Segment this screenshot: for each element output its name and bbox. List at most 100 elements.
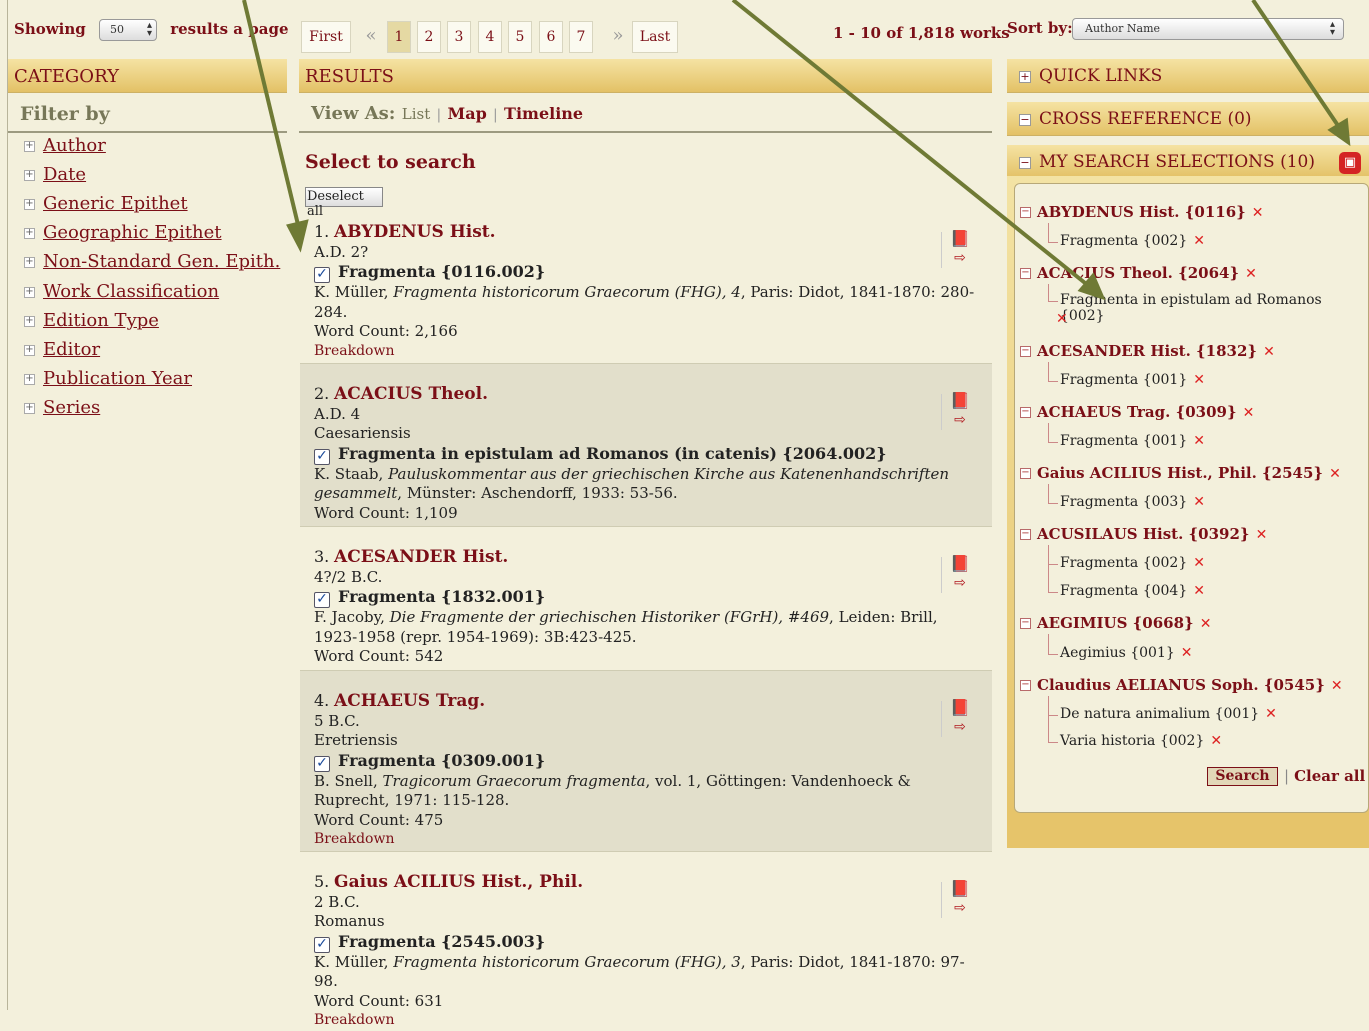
remove-icon[interactable]: ✕ — [1263, 344, 1275, 360]
category-editor[interactable]: + Editor — [24, 339, 100, 360]
clear-all-link[interactable]: Clear all — [1294, 767, 1365, 785]
expand-icon[interactable]: + — [24, 140, 35, 152]
pager-page-7[interactable]: 7 — [569, 21, 593, 53]
category-date[interactable]: + Date — [24, 164, 86, 185]
category-link[interactable]: Non-Standard Gen. Epith. — [43, 251, 280, 272]
view-list-link[interactable]: List — [402, 105, 430, 123]
category-publication-year[interactable]: + Publication Year — [24, 368, 192, 389]
work-checkbox[interactable]: ✓ — [314, 448, 330, 465]
expand-icon[interactable]: + — [24, 169, 35, 181]
category-series[interactable]: + Series — [24, 397, 100, 418]
remove-icon[interactable]: ✕ — [1181, 645, 1193, 661]
collapse-icon[interactable]: − — [1019, 156, 1031, 169]
expand-icon[interactable]: + — [1019, 70, 1031, 83]
expand-icon[interactable]: + — [24, 402, 35, 414]
open-external-icon[interactable]: ⇨ — [944, 410, 976, 430]
category-link[interactable]: Series — [43, 397, 100, 418]
category-link[interactable]: Editor — [43, 339, 100, 360]
result-author-link[interactable]: ABYDENUS Hist. — [334, 222, 496, 242]
category-work-classification[interactable]: + Work Classification — [24, 281, 219, 302]
category-link[interactable]: Work Classification — [43, 281, 219, 302]
remove-icon[interactable]: ✕ — [1193, 433, 1205, 449]
deselect-all-button[interactable]: Deselect all — [305, 187, 383, 219]
search-button[interactable]: Search — [1207, 767, 1278, 786]
pager-page-3[interactable]: 3 — [447, 21, 471, 53]
category-link[interactable]: Edition Type — [43, 310, 159, 331]
expand-icon[interactable]: + — [24, 344, 35, 356]
expand-icon[interactable]: + — [24, 315, 35, 327]
save-icon[interactable]: ▣ — [1339, 152, 1361, 174]
remove-icon[interactable]: ✕ — [1200, 616, 1212, 632]
breakdown-link[interactable]: Breakdown — [314, 830, 978, 850]
book-icon[interactable]: 📕 — [944, 699, 976, 717]
expand-icon[interactable]: + — [24, 373, 35, 385]
pager-first[interactable]: First — [301, 21, 351, 53]
category-geographic-epithet[interactable]: + Geographic Epithet — [24, 222, 222, 243]
breakdown-link[interactable]: Breakdown — [314, 342, 978, 362]
result-author-link[interactable]: Gaius ACILIUS Hist., Phil. — [334, 872, 583, 892]
quick-links-header[interactable]: + QUICK LINKS — [1007, 59, 1369, 93]
category-edition-type[interactable]: + Edition Type — [24, 310, 159, 331]
expand-icon[interactable]: + — [24, 198, 35, 210]
remove-icon[interactable]: ✕ — [1210, 733, 1222, 749]
tree-collapse-icon[interactable]: − — [1020, 618, 1031, 629]
expand-icon[interactable]: + — [24, 286, 35, 298]
result-author-link[interactable]: ACESANDER Hist. — [334, 547, 508, 567]
category-non-standard-gen-epith[interactable]: + Non-Standard Gen. Epith. — [24, 251, 280, 272]
pager-page-2[interactable]: 2 — [417, 21, 441, 53]
remove-icon[interactable]: ✕ — [1331, 678, 1343, 694]
remove-icon[interactable]: ✕ — [1193, 494, 1205, 510]
result-author-link[interactable]: ACACIUS Theol. — [334, 384, 488, 404]
category-link[interactable]: Geographic Epithet — [43, 222, 222, 243]
pager-last[interactable]: Last — [632, 21, 678, 53]
open-external-icon[interactable]: ⇨ — [944, 717, 976, 737]
remove-icon[interactable]: ✕ — [1243, 405, 1255, 421]
sort-select[interactable]: Author Name ▴ ▾ — [1072, 18, 1344, 40]
tree-collapse-icon[interactable]: − — [1020, 529, 1031, 540]
remove-icon[interactable]: ✕ — [1193, 555, 1205, 571]
tree-collapse-icon[interactable]: − — [1020, 346, 1031, 357]
category-link[interactable]: Publication Year — [43, 368, 192, 389]
result-author-link[interactable]: ACHAEUS Trag. — [334, 691, 485, 711]
breakdown-link[interactable]: Breakdown — [314, 1011, 978, 1031]
category-generic-epithet[interactable]: + Generic Epithet — [24, 193, 188, 214]
view-timeline-link[interactable]: Timeline — [504, 104, 583, 123]
category-link[interactable]: Date — [43, 164, 86, 185]
remove-icon[interactable]: ✕ — [1193, 583, 1205, 599]
book-icon[interactable]: 📕 — [944, 392, 976, 410]
cross-reference-header[interactable]: − CROSS REFERENCE (0) — [1007, 102, 1369, 136]
tree-collapse-icon[interactable]: − — [1020, 407, 1031, 418]
expand-icon[interactable]: + — [24, 256, 35, 268]
pager-prev[interactable]: « — [358, 21, 384, 53]
book-icon[interactable]: 📕 — [944, 555, 976, 573]
tree-collapse-icon[interactable]: − — [1020, 207, 1031, 218]
view-map-link[interactable]: Map — [448, 104, 487, 123]
tree-collapse-icon[interactable]: − — [1020, 468, 1031, 479]
remove-icon[interactable]: ✕ — [1265, 706, 1277, 722]
pager-page-1[interactable]: 1 — [387, 21, 411, 53]
work-checkbox[interactable]: ✓ — [314, 755, 330, 772]
remove-icon[interactable]: ✕ — [1193, 372, 1205, 388]
collapse-icon[interactable]: − — [1019, 113, 1031, 126]
open-external-icon[interactable]: ⇨ — [944, 573, 976, 593]
pager-page-4[interactable]: 4 — [478, 21, 502, 53]
expand-icon[interactable]: + — [24, 227, 35, 239]
work-checkbox[interactable]: ✓ — [314, 592, 330, 608]
open-external-icon[interactable]: ⇨ — [944, 248, 976, 268]
pager-next[interactable]: » — [605, 21, 631, 53]
remove-icon[interactable]: ✕ — [1193, 233, 1205, 249]
remove-icon[interactable]: ✕ — [1252, 205, 1264, 221]
pager-page-5[interactable]: 5 — [508, 21, 532, 53]
tree-collapse-icon[interactable]: − — [1020, 680, 1031, 691]
book-icon[interactable]: 📕 — [944, 230, 976, 248]
book-icon[interactable]: 📕 — [944, 880, 976, 898]
category-author[interactable]: + Author — [24, 135, 106, 156]
category-link[interactable]: Author — [43, 135, 106, 156]
remove-icon[interactable]: ✕ — [1329, 466, 1341, 482]
work-checkbox[interactable]: ✓ — [314, 936, 330, 953]
tree-collapse-icon[interactable]: − — [1020, 268, 1031, 279]
remove-icon[interactable]: ✕ — [1256, 527, 1268, 543]
open-external-icon[interactable]: ⇨ — [944, 898, 976, 918]
remove-icon[interactable]: ✕ — [1056, 311, 1068, 327]
work-checkbox[interactable]: ✓ — [314, 267, 330, 283]
